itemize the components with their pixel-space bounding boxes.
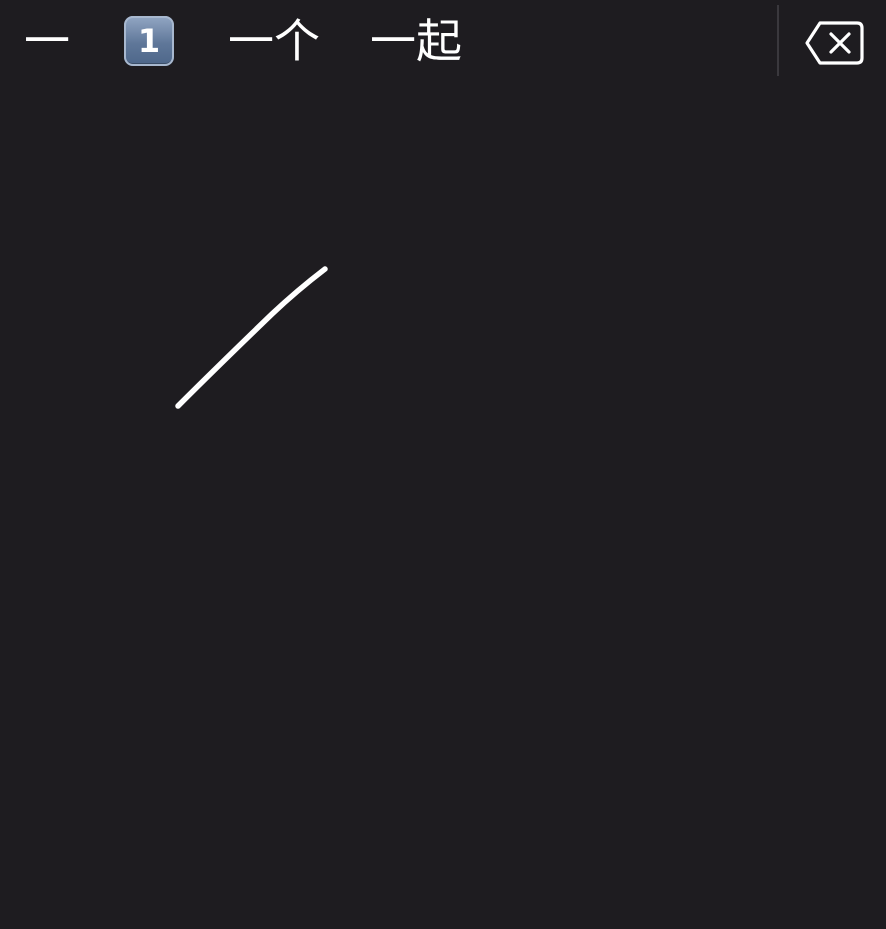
candidate-bar: 一 1 一个 一起 bbox=[0, 0, 886, 82]
handwriting-area bbox=[175, 266, 328, 409]
candidate-yiqi[interactable]: 一起 bbox=[370, 14, 462, 68]
candidate-label: 一 bbox=[24, 14, 70, 68]
handwriting-canvas[interactable] bbox=[0, 82, 886, 929]
candidate-label: 一起 bbox=[370, 14, 462, 68]
candidate-yi[interactable]: 一 bbox=[24, 14, 70, 68]
divider bbox=[777, 5, 779, 76]
candidate-keycap-one-emoji[interactable]: 1 bbox=[124, 16, 174, 70]
candidate-label: 一个 bbox=[228, 14, 320, 68]
keycap-one-emoji: 1 bbox=[124, 16, 174, 66]
handwriting-stroke bbox=[175, 266, 328, 409]
backspace-icon bbox=[805, 21, 864, 65]
handwriting-keyboard: 一 1 一个 一起 bbox=[0, 0, 886, 929]
candidate-yige[interactable]: 一个 bbox=[228, 14, 320, 68]
delete-button[interactable] bbox=[804, 18, 866, 68]
